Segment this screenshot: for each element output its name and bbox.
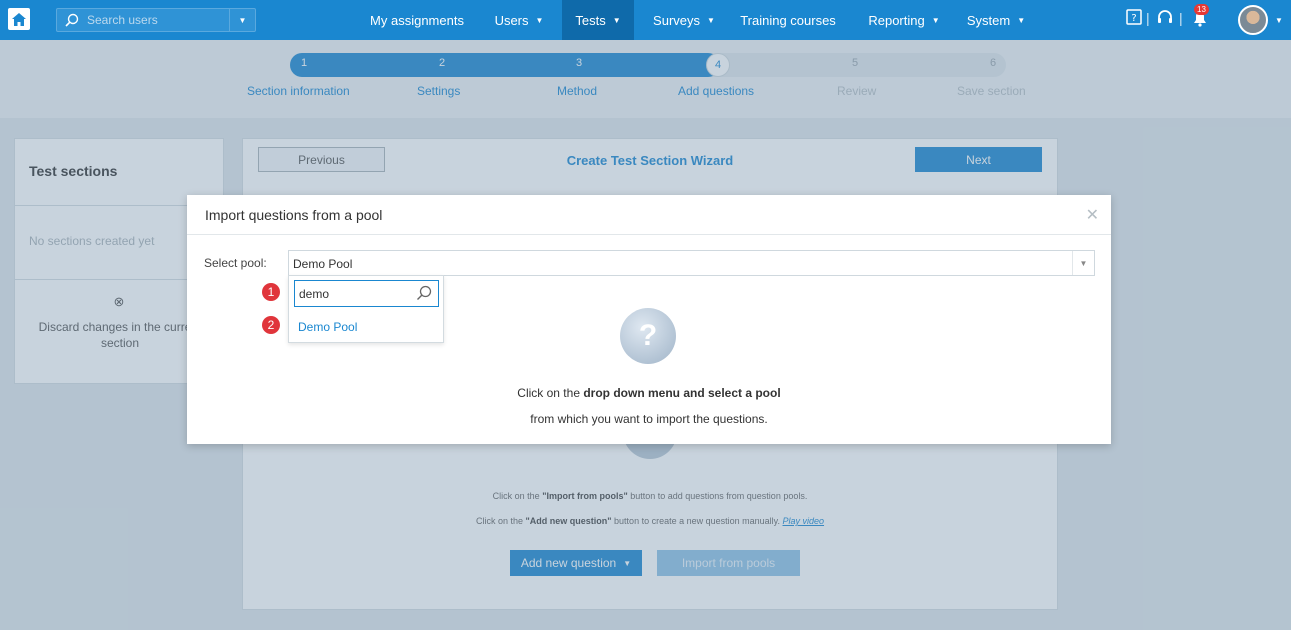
help-book-button[interactable]: ? [1125, 8, 1143, 32]
support-button[interactable] [1156, 8, 1174, 32]
help-bold: drop down menu and select a pool [583, 386, 781, 400]
pool-option[interactable]: Demo Pool [298, 320, 357, 334]
search-icon [65, 13, 79, 27]
pool-search-input[interactable] [299, 286, 409, 302]
nav-label: My assignments [370, 12, 464, 28]
caret-down-icon: ▼ [535, 15, 544, 25]
caret-down-icon: ▼ [931, 15, 940, 25]
search-users-input[interactable] [87, 12, 217, 28]
step-marker-2: 2 [262, 316, 280, 334]
nav-training-courses[interactable]: Training courses [730, 0, 846, 40]
help-text: Click on the [517, 386, 584, 400]
home-button[interactable] [8, 8, 30, 30]
search-icon [417, 285, 432, 300]
pool-dropdown: Demo Pool [288, 275, 444, 343]
close-icon[interactable]: ✕ [1086, 205, 1099, 225]
caret-down-icon: ▼ [612, 15, 621, 25]
pool-select-value: Demo Pool [293, 257, 353, 271]
headset-icon [1158, 10, 1172, 23]
pool-search-field[interactable] [294, 280, 439, 307]
step-marker-1: 1 [262, 283, 280, 301]
nav-label: Reporting [868, 12, 925, 28]
nav-label: System [966, 12, 1011, 28]
nav-surveys[interactable]: Surveys ▼ [643, 0, 725, 40]
pool-select[interactable]: Demo Pool ▼ [288, 250, 1095, 276]
nav-reporting[interactable]: Reporting ▼ [855, 0, 953, 40]
notification-badge: 13 [1194, 4, 1209, 15]
nav-label: Tests [575, 12, 606, 28]
book-help-icon: ? [1126, 9, 1142, 25]
avatar-dropdown-icon[interactable]: ▼ [1275, 16, 1283, 25]
nav-my-assignments[interactable]: My assignments [362, 0, 472, 40]
chevron-down-icon[interactable]: ▼ [1072, 251, 1094, 275]
divider: | [1179, 10, 1183, 26]
nav-label: Training courses [740, 12, 836, 28]
search-users-box[interactable]: ▼ [56, 8, 256, 32]
divider: | [1146, 10, 1150, 26]
help-text-line1: Click on the drop down menu and select a… [187, 386, 1111, 400]
chevron-down-icon: ▼ [238, 15, 247, 25]
modal-title: Import questions from a pool [205, 207, 383, 223]
notifications-button[interactable]: 13 [1190, 4, 1210, 32]
question-mark-icon: ? [620, 308, 676, 364]
caret-down-icon: ▼ [707, 15, 715, 25]
nav-tests[interactable]: Tests ▼ [562, 0, 634, 40]
nav-label: Users [494, 12, 529, 28]
top-navigation-bar: ▼ My assignments Users▼ Tests▼ Surveys▼ … [0, 0, 1291, 40]
import-questions-modal: Import questions from a pool ✕ Select po… [187, 195, 1111, 444]
user-avatar[interactable] [1238, 5, 1268, 35]
caret-down-icon: ▼ [1017, 15, 1026, 25]
search-filter-dropdown[interactable]: ▼ [229, 9, 255, 31]
divider [187, 234, 1111, 235]
select-pool-label: Select pool: [204, 256, 267, 270]
nav-users[interactable]: Users ▼ [484, 0, 554, 40]
help-text-line2: from which you want to import the questi… [530, 412, 768, 426]
svg-text:?: ? [1131, 13, 1136, 24]
nav-label: Surveys [653, 12, 701, 28]
nav-system[interactable]: System ▼ [955, 0, 1037, 40]
home-icon [12, 12, 26, 26]
